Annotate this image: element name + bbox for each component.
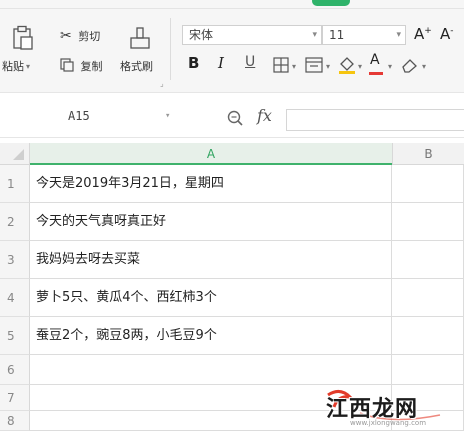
borders-icon[interactable]: [273, 57, 289, 73]
shrink-font-icon: A: [440, 25, 451, 43]
table-cell-b2[interactable]: [392, 203, 464, 241]
grow-font-icon: A: [414, 25, 425, 43]
cut-button[interactable]: ✂ 剪切: [60, 28, 100, 44]
chevron-down-icon: ▾: [396, 30, 401, 40]
borders-dropdown-icon[interactable]: ▾: [292, 62, 296, 71]
font-size-value: 11: [329, 28, 345, 42]
fill-color-icon[interactable]: [338, 55, 356, 75]
row-header[interactable]: 8: [0, 411, 30, 431]
font-color-swatch: [369, 72, 383, 75]
font-color-dropdown-icon[interactable]: ▾: [388, 62, 392, 71]
eraser-dropdown-icon[interactable]: ▾: [422, 62, 426, 71]
ribbon-tab-strip: [0, 0, 464, 9]
formula-input[interactable]: [286, 109, 464, 131]
insert-function-button[interactable]: fx: [257, 106, 272, 125]
ribbon-divider: [170, 18, 171, 80]
scissors-icon: ✂: [60, 28, 72, 44]
table-cell-b6[interactable]: [392, 355, 464, 385]
cell-text: 蚕豆2个，豌豆8两，小毛豆9个: [36, 328, 217, 343]
grow-font-button[interactable]: A+: [414, 25, 432, 43]
italic-button[interactable]: I: [218, 54, 224, 72]
table-cell-a2[interactable]: 今天的天气真呀真正好: [30, 203, 392, 241]
paste-icon[interactable]: [12, 25, 34, 51]
select-all-corner[interactable]: [0, 143, 30, 165]
copy-icon: [60, 58, 74, 72]
underline-button[interactable]: U: [245, 54, 255, 70]
eraser-icon[interactable]: [401, 57, 419, 73]
column-header-a[interactable]: A: [30, 143, 392, 165]
table-cell-b4[interactable]: [392, 279, 464, 317]
table-cell-a4[interactable]: 萝卜5只、黄瓜4个、西红柿3个: [30, 279, 392, 317]
row-number: 7: [7, 391, 15, 405]
row-header[interactable]: 5: [0, 317, 30, 355]
cell-text: 今天的天气真呀真正好: [36, 214, 167, 229]
zoom-icon[interactable]: [226, 109, 244, 127]
row-header[interactable]: 6: [0, 355, 30, 385]
shrink-font-button[interactable]: A-: [440, 25, 454, 43]
merge-dropdown-icon[interactable]: ▾: [326, 62, 330, 71]
paste-dropdown-icon[interactable]: ▾: [26, 62, 30, 71]
font-size-select[interactable]: 11 ▾: [322, 25, 406, 45]
font-name-value: 宋体: [189, 28, 214, 42]
site-watermark-logo: 江西龙网 www.jxlongwang.com: [320, 385, 464, 431]
column-label-a: A: [206, 147, 216, 161]
table-cell-b1[interactable]: [392, 165, 464, 203]
row-header[interactable]: 1: [0, 165, 30, 203]
cell-text: 今天是2019年3月21日，星期四: [36, 176, 224, 191]
merge-cells-icon[interactable]: [305, 57, 323, 73]
bold-label: B: [188, 54, 200, 72]
fill-color-dropdown-icon[interactable]: ▾: [358, 62, 362, 71]
font-color-letter: A: [370, 52, 380, 68]
cell-text: 我妈妈去呀去买菜: [36, 252, 141, 267]
cell-text: 萝卜5只、黄瓜4个、西红柿3个: [36, 290, 217, 305]
chevron-down-icon: ▾: [165, 111, 171, 121]
row-number: 8: [7, 414, 15, 428]
format-painter-label: 格式刷: [120, 60, 153, 73]
italic-label: I: [218, 54, 224, 72]
ribbon-toolbar: 粘贴 ▾ ✂ 剪切 复制 格式刷 宋体 ▾ 11 ▾ A+ A- B I U ▾…: [0, 0, 464, 92]
row-header[interactable]: 7: [0, 385, 30, 411]
font-name-select[interactable]: 宋体 ▾: [182, 25, 322, 45]
row-header[interactable]: 2: [0, 203, 30, 241]
column-header-b[interactable]: B: [392, 143, 464, 165]
table-cell-a6[interactable]: [30, 355, 392, 385]
paste-button[interactable]: 粘贴 ▾: [2, 58, 30, 74]
underline-label: U: [245, 54, 256, 70]
copy-button[interactable]: 复制: [60, 58, 103, 74]
corner-triangle-icon: [13, 149, 24, 160]
table-cell-b5[interactable]: [392, 317, 464, 355]
fx-icon: fx: [257, 106, 272, 125]
table-cell-b3[interactable]: [392, 241, 464, 279]
name-box[interactable]: A15 ▾: [0, 105, 178, 127]
active-tab-indicator[interactable]: [312, 0, 350, 6]
row-number: 3: [7, 253, 15, 267]
row-number: 5: [7, 329, 15, 343]
table-cell-a5[interactable]: 蚕豆2个，豌豆8两，小毛豆9个: [30, 317, 392, 355]
chevron-down-icon: ▾: [312, 30, 317, 40]
format-painter-button[interactable]: 格式刷: [120, 58, 153, 74]
row-header[interactable]: 4: [0, 279, 30, 317]
row-number: 1: [7, 177, 15, 191]
cell-reference: A15: [68, 109, 90, 123]
bold-button[interactable]: B: [188, 54, 199, 72]
cut-label: 剪切: [78, 30, 101, 43]
table-cell-a1[interactable]: 今天是2019年3月21日，星期四: [30, 165, 392, 203]
row-number: 2: [7, 215, 15, 229]
row-header[interactable]: 3: [0, 241, 30, 279]
row-number: 4: [7, 291, 15, 305]
clipboard-group-launcher[interactable]: ⌟: [160, 79, 164, 88]
copy-label: 复制: [80, 60, 103, 73]
shrink-font-sup: -: [450, 26, 454, 36]
table-cell-a3[interactable]: 我妈妈去呀去买菜: [30, 241, 392, 279]
watermark-url: www.jxlongwang.com: [350, 419, 427, 427]
column-label-b: B: [424, 147, 433, 161]
grow-font-sup: +: [424, 26, 432, 36]
font-color-button[interactable]: A: [370, 52, 380, 68]
format-painter-icon[interactable]: [128, 26, 152, 52]
row-number: 6: [7, 363, 15, 377]
paste-label: 粘贴: [2, 60, 24, 73]
